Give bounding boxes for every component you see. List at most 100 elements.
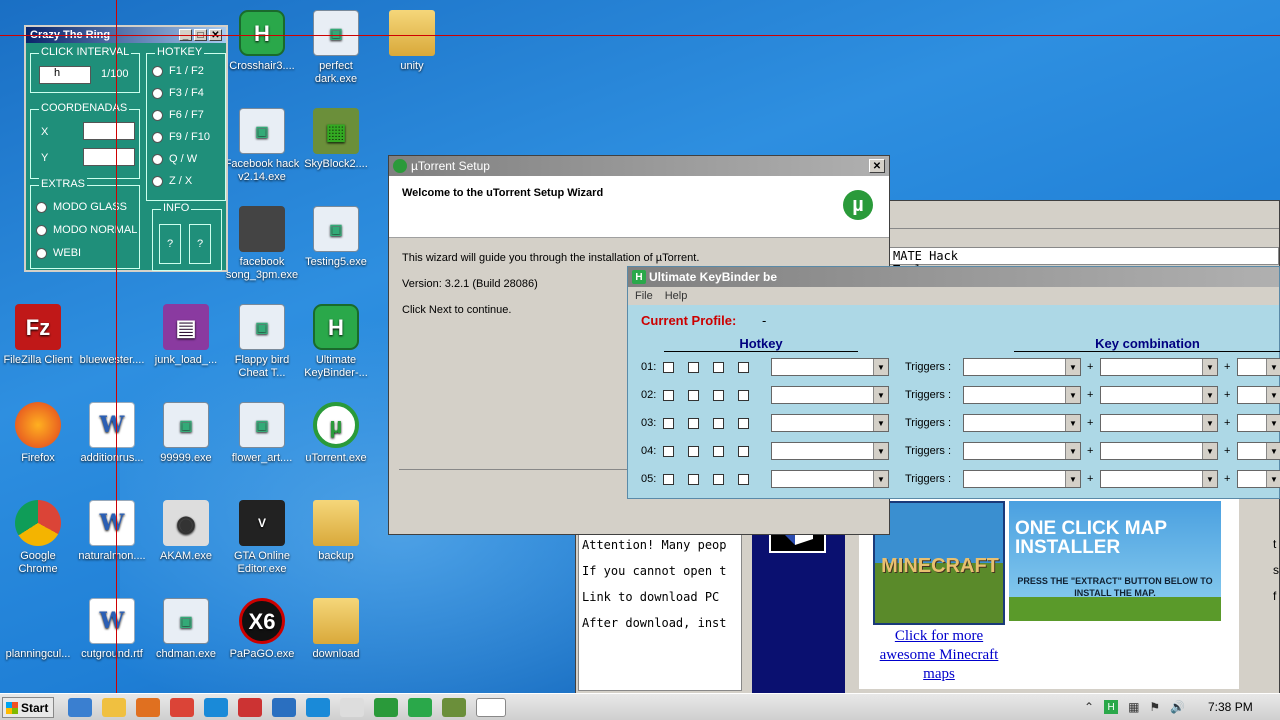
keybinder-window[interactable]: H Ultimate KeyBinder be File Help Curren…: [627, 266, 1280, 499]
x-field[interactable]: [83, 122, 135, 140]
utorrent-titlebar[interactable]: µTorrent Setup ✕: [389, 156, 889, 176]
tray-network-icon[interactable]: ▦: [1128, 700, 1139, 714]
desktop-icon[interactable]: ▤ junk_load_...: [148, 304, 224, 367]
key-select-1[interactable]: [963, 442, 1081, 460]
modifier-checkbox[interactable]: [738, 361, 749, 373]
hotkey-select[interactable]: [771, 470, 889, 488]
y-field[interactable]: [83, 148, 135, 166]
hotkey-radio[interactable]: F1 / F2: [152, 65, 204, 77]
modifier-checkbox[interactable]: [738, 417, 749, 429]
modifier-checkbox[interactable]: [663, 473, 674, 485]
info-button-2[interactable]: ?: [189, 224, 211, 264]
modifier-checkbox[interactable]: [663, 361, 674, 373]
desktop-icon[interactable]: Wcutground.rtf: [74, 598, 150, 661]
key-select-2[interactable]: [1100, 386, 1218, 404]
close-button[interactable]: ✕: [869, 159, 885, 173]
desktop-icon[interactable]: V GTA Online Editor.exe: [224, 500, 300, 576]
desktop-icon[interactable]: H Crosshair3....: [224, 10, 300, 73]
tray-volume-icon[interactable]: 🔊: [1170, 700, 1185, 714]
info-button-1[interactable]: ?: [159, 224, 181, 264]
desktop-icon[interactable]: backup: [298, 500, 374, 563]
modifier-checkbox[interactable]: [713, 473, 724, 485]
desktop-icon[interactable]: Firefox: [0, 402, 76, 465]
hotkey-radio[interactable]: F3 / F4: [152, 87, 204, 99]
taskbar-edge-icon[interactable]: [204, 698, 228, 717]
modifier-checkbox[interactable]: [713, 389, 724, 401]
hotkey-select[interactable]: [771, 442, 889, 460]
desktop-icon[interactable]: ▣ Flappy bird Cheat T...: [224, 304, 300, 380]
mode-radio[interactable]: MODO GLASS: [36, 201, 127, 213]
hotkey-radio[interactable]: F9 / F10: [152, 131, 210, 143]
menu-help[interactable]: Help: [665, 290, 688, 302]
desktop-icon[interactable]: ▣ perfect dark.exe: [298, 10, 374, 86]
desktop-icon[interactable]: Wadditionrus...: [74, 402, 150, 465]
taskbar-notepad-icon[interactable]: [340, 698, 364, 717]
modifier-checkbox[interactable]: [713, 417, 724, 429]
hotkey-radio[interactable]: Z / X: [152, 175, 192, 187]
modifier-checkbox[interactable]: [738, 473, 749, 485]
desktop-icon[interactable]: ▣ chdman.exe: [148, 598, 224, 661]
modifier-checkbox[interactable]: [688, 389, 699, 401]
taskbar-keybinder-icon[interactable]: [408, 698, 432, 717]
desktop-icon[interactable]: bluewester....: [74, 304, 150, 367]
key-select-3[interactable]: [1237, 470, 1280, 488]
modifier-checkbox[interactable]: [663, 445, 674, 457]
taskbar-crazy-ring-icon[interactable]: [476, 698, 506, 717]
taskbar-skyblock-icon[interactable]: [442, 698, 466, 717]
key-select-3[interactable]: [1237, 358, 1280, 376]
tray-keybinder-icon[interactable]: H: [1104, 700, 1119, 714]
key-select-3[interactable]: [1237, 386, 1280, 404]
minecraft-maps-link[interactable]: Click for more awesome Minecraft maps: [867, 627, 1011, 684]
key-select-1[interactable]: [963, 386, 1081, 404]
taskbar-utorrent-icon[interactable]: [374, 698, 398, 717]
desktop-icon[interactable]: facebook song_3pm.exe: [224, 206, 300, 282]
modifier-checkbox[interactable]: [688, 361, 699, 373]
keybinder-titlebar[interactable]: H Ultimate KeyBinder be: [628, 267, 1279, 287]
modifier-checkbox[interactable]: [663, 389, 674, 401]
modifier-checkbox[interactable]: [738, 389, 749, 401]
key-select-1[interactable]: [963, 358, 1081, 376]
desktop-icon[interactable]: download: [298, 598, 374, 661]
taskbar-ccleaner-icon[interactable]: [306, 698, 330, 717]
desktop-icon[interactable]: Fz FileZilla Client: [0, 304, 76, 367]
key-select-2[interactable]: [1100, 470, 1218, 488]
desktop-icon[interactable]: µ uTorrent.exe: [298, 402, 374, 465]
minecraft-map-image[interactable]: MINECRAFT: [873, 501, 1005, 625]
hotkey-radio[interactable]: Q / W: [152, 153, 197, 165]
desktop-icon[interactable]: ▦ SkyBlock2....: [298, 108, 374, 171]
hotkey-select[interactable]: [771, 414, 889, 432]
clock[interactable]: 7:38 PM: [1208, 700, 1253, 714]
modifier-checkbox[interactable]: [738, 445, 749, 457]
taskbar-media-player-icon[interactable]: [136, 698, 160, 717]
mode-radio[interactable]: WEBI: [36, 247, 81, 259]
key-select-2[interactable]: [1100, 414, 1218, 432]
modifier-checkbox[interactable]: [663, 417, 674, 429]
start-button[interactable]: Start: [2, 697, 54, 718]
desktop-icon[interactable]: X6 PaPaGO.exe: [224, 598, 300, 661]
modifier-checkbox[interactable]: [688, 473, 699, 485]
interval-spinner[interactable]: h: [39, 66, 91, 84]
desktop-icon[interactable]: ▣ 99999.exe: [148, 402, 224, 465]
key-select-1[interactable]: [963, 470, 1081, 488]
crazy-ring-window[interactable]: Crazy The Ring _ □ ✕ CLICK INTERVAL h 1/…: [24, 25, 228, 272]
desktop-icon[interactable]: Wnaturalmon....: [74, 500, 150, 563]
desktop-icon[interactable]: unity: [374, 10, 450, 73]
hotkey-radio[interactable]: F6 / F7: [152, 109, 204, 121]
taskbar-winrar-icon[interactable]: [238, 698, 262, 717]
desktop-icon[interactable]: planningcul...: [0, 598, 76, 661]
hotkey-select[interactable]: [771, 358, 889, 376]
desktop-icon[interactable]: ▣ Facebook hack v2.14.exe: [224, 108, 300, 184]
desktop-icon[interactable]: ◉ AKAM.exe: [148, 500, 224, 563]
modifier-checkbox[interactable]: [713, 445, 724, 457]
taskbar-ie-icon[interactable]: [68, 698, 92, 717]
key-select-1[interactable]: [963, 414, 1081, 432]
modifier-checkbox[interactable]: [713, 361, 724, 373]
hotkey-select[interactable]: [771, 386, 889, 404]
key-select-2[interactable]: [1100, 442, 1218, 460]
key-select-3[interactable]: [1237, 414, 1280, 432]
desktop-icon[interactable]: Google Chrome: [0, 500, 76, 576]
key-select-3[interactable]: [1237, 442, 1280, 460]
desktop-icon[interactable]: ▣ flower_art....: [224, 402, 300, 465]
mode-radio[interactable]: MODO NORMAL: [36, 224, 137, 236]
taskbar-explorer-icon[interactable]: [102, 698, 126, 717]
